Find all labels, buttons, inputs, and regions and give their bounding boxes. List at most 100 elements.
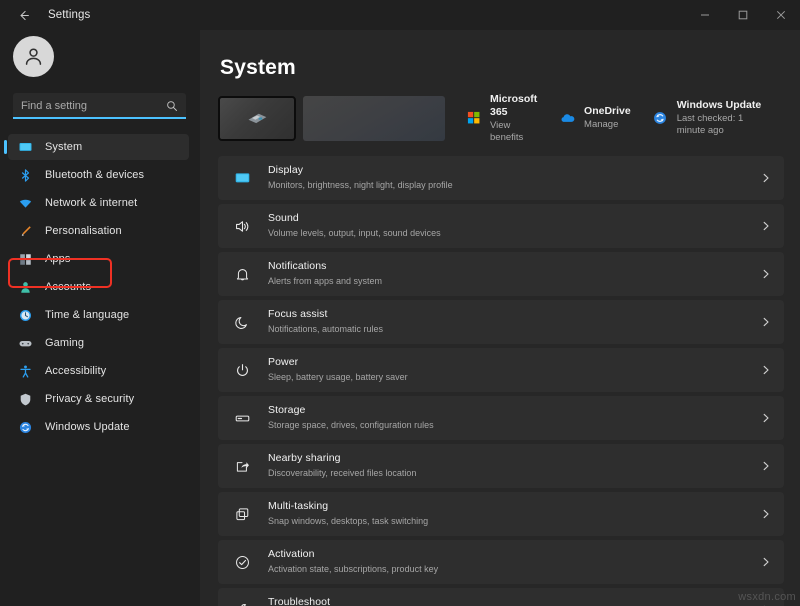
chevron-right-icon[interactable] — [761, 221, 771, 231]
sidebar-item-privacy-security[interactable]: Privacy & security — [8, 386, 189, 412]
settings-row-title: Focus assist — [268, 308, 761, 322]
chevron-right-icon[interactable] — [761, 557, 771, 567]
chevron-right-icon[interactable] — [761, 317, 771, 327]
quick-card-windows-update[interactable]: Windows UpdateLast checked: 1 minute ago — [652, 99, 763, 137]
apps-grid-icon — [17, 251, 33, 267]
settings-row-notifications[interactable]: Notifications Alerts from apps and system — [218, 252, 784, 296]
moon-icon — [233, 313, 252, 332]
settings-row-title: Power — [268, 356, 761, 370]
quick-card-microsoft-365[interactable]: Microsoft 365View benefits — [465, 93, 538, 144]
settings-row-storage[interactable]: StorageStorage space, drives, configurat… — [218, 396, 784, 440]
settings-row-subtitle: Monitors, brightness, night light, displ… — [268, 180, 761, 192]
device-thumbnail[interactable] — [218, 96, 296, 141]
quick-card-subtitle: View benefits — [490, 120, 538, 144]
power-icon — [233, 361, 252, 380]
shield-icon — [17, 391, 33, 407]
windows-stack-icon — [233, 505, 252, 524]
settings-row-subtitle: Snap windows, desktops, task switching — [268, 516, 761, 528]
sidebar-item-label: Personalisation — [45, 225, 122, 237]
settings-row-title: Display — [268, 164, 761, 178]
onedrive-cloud-icon — [559, 110, 576, 127]
update-icon — [17, 419, 33, 435]
settings-row-title: Sound — [268, 212, 761, 226]
settings-row-subtitle: Sleep, battery usage, battery saver — [268, 372, 761, 384]
device-info-panel — [303, 96, 445, 141]
search-box[interactable] — [13, 93, 186, 119]
close-button[interactable] — [762, 0, 800, 30]
settings-row-troubleshoot[interactable]: TroubleshootRecommended troubleshooters,… — [218, 588, 784, 606]
title-bar: Settings — [0, 0, 800, 30]
gamepad-icon — [17, 335, 33, 351]
settings-row-display[interactable]: Display Monitors, brightness, night light… — [218, 156, 784, 200]
sidebar-item-gaming[interactable]: Gaming — [8, 330, 189, 356]
sidebar: System Bluetooth & devices Network & inter… — [0, 30, 200, 606]
search-icon[interactable] — [166, 100, 178, 112]
settings-row-subtitle: Volume levels, output, input, sound devi… — [268, 228, 761, 240]
sidebar-nav: System Bluetooth & devices Network & inter… — [0, 134, 200, 442]
sidebar-item-personalisation[interactable]: Personalisation — [8, 218, 189, 244]
wifi-icon — [17, 195, 33, 211]
bluetooth-icon — [17, 167, 33, 183]
page-title: System — [220, 56, 784, 80]
speaker-icon — [233, 217, 252, 236]
search-container — [0, 77, 200, 119]
quick-card-subtitle: Last checked: 1 minute ago — [677, 113, 763, 137]
watermark: wsxdn.com — [738, 591, 796, 603]
sidebar-item-network-internet[interactable]: Network & internet — [8, 190, 189, 216]
settings-row-title: Multi-tasking — [268, 500, 761, 514]
sidebar-item-label: Bluetooth & devices — [45, 169, 144, 181]
chevron-right-icon[interactable] — [761, 365, 771, 375]
back-button[interactable] — [6, 1, 40, 29]
settings-row-multi-tasking[interactable]: Multi-tasking Snap windows, desktops, tas… — [218, 492, 784, 536]
monitor-icon — [17, 139, 33, 155]
settings-row-focus-assist[interactable]: Focus assistNotifications, automatic rul… — [218, 300, 784, 344]
sidebar-item-label: Apps — [45, 253, 70, 265]
settings-row-nearby-sharing[interactable]: Nearby sharingDiscoverability, received … — [218, 444, 784, 488]
sidebar-item-apps[interactable]: Apps — [8, 246, 189, 272]
quick-card-title: OneDrive — [584, 105, 631, 118]
settings-row-sound[interactable]: Sound Volume levels, output, input, sound… — [218, 204, 784, 248]
maximize-button[interactable] — [724, 0, 762, 30]
sidebar-item-label: Gaming — [45, 337, 84, 349]
accessibility-icon — [17, 363, 33, 379]
person-badge-icon — [17, 279, 33, 295]
clock-icon — [17, 307, 33, 323]
search-input[interactable] — [21, 100, 166, 112]
settings-row-title: Troubleshoot — [268, 596, 761, 606]
quick-card-title: Microsoft 365 — [490, 93, 538, 119]
settings-row-title: Storage — [268, 404, 761, 418]
sidebar-item-accounts[interactable]: Accounts — [8, 274, 189, 300]
avatar-container[interactable] — [0, 32, 200, 77]
window-body: System Bluetooth & devices Network & inter… — [0, 30, 800, 606]
chevron-right-icon[interactable] — [761, 269, 771, 279]
sidebar-item-label: System — [45, 141, 82, 153]
sidebar-item-bluetooth-devices[interactable]: Bluetooth & devices — [8, 162, 189, 188]
settings-row-subtitle: Alerts from apps and system — [268, 276, 761, 288]
share-icon — [233, 457, 252, 476]
settings-list: Display Monitors, brightness, night light… — [218, 156, 784, 606]
laptop-device-icon — [240, 106, 274, 130]
window-title: Settings — [48, 9, 90, 21]
sidebar-item-accessibility[interactable]: Accessibility — [8, 358, 189, 384]
settings-row-title: Notifications — [268, 260, 761, 274]
sidebar-item-windows-update[interactable]: Windows Update — [8, 414, 189, 440]
sidebar-item-time-language[interactable]: Time & language — [8, 302, 189, 328]
sidebar-item-system[interactable]: System — [8, 134, 189, 160]
minimize-button[interactable] — [686, 0, 724, 30]
chevron-right-icon[interactable] — [761, 173, 771, 183]
chevron-right-icon[interactable] — [761, 509, 771, 519]
chevron-right-icon[interactable] — [761, 413, 771, 423]
settings-row-activation[interactable]: ActivationActivation state, subscription… — [218, 540, 784, 584]
quick-card-onedrive[interactable]: OneDriveManage — [559, 105, 631, 131]
sidebar-item-label: Windows Update — [45, 421, 130, 433]
sidebar-item-label: Accounts — [45, 281, 91, 293]
settings-row-power[interactable]: Power Sleep, battery usage, battery saver — [218, 348, 784, 392]
check-circle-icon — [233, 553, 252, 572]
sidebar-item-label: Network & internet — [45, 197, 137, 209]
user-avatar-icon[interactable] — [13, 36, 54, 77]
window-controls — [686, 0, 800, 30]
chevron-right-icon[interactable] — [761, 461, 771, 471]
microsoft-logo-icon — [465, 110, 482, 127]
bell-icon — [233, 265, 252, 284]
settings-row-title: Activation — [268, 548, 761, 562]
